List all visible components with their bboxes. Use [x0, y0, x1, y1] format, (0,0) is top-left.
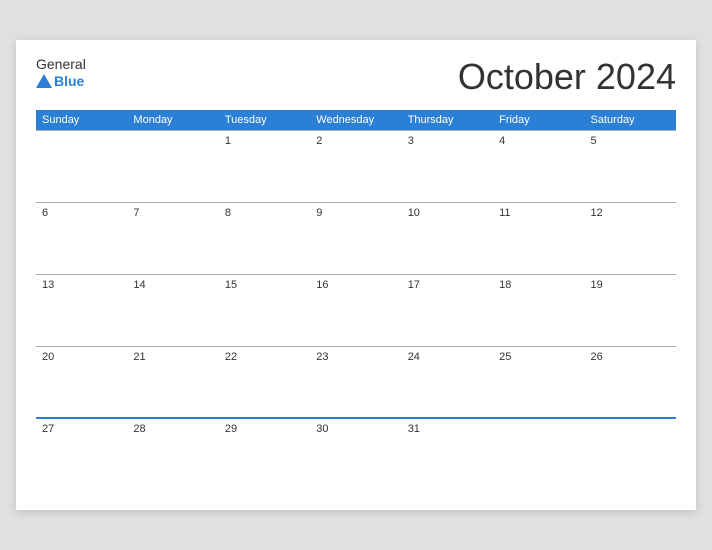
day-number: 11	[499, 207, 510, 219]
day-number: 31	[408, 423, 420, 435]
day-number: 8	[225, 207, 231, 219]
day-number: 7	[133, 207, 139, 219]
day-number: 17	[408, 279, 420, 291]
day-number: 24	[408, 351, 420, 363]
calendar-header: General Blue October 2024	[36, 56, 676, 98]
day-number: 9	[316, 207, 322, 219]
month-title: October 2024	[458, 56, 676, 98]
calendar-day-cell: 2	[310, 130, 401, 202]
calendar-day-cell: 23	[310, 346, 401, 418]
calendar-day-cell: 21	[127, 346, 218, 418]
day-number: 23	[316, 351, 328, 363]
calendar-day-cell: 26	[585, 346, 676, 418]
day-number: 19	[591, 279, 603, 291]
calendar-week-row: 1 2 3 4 5	[36, 130, 676, 202]
header-tuesday: Tuesday	[219, 110, 310, 131]
day-number: 15	[225, 279, 237, 291]
calendar-grid: Sunday Monday Tuesday Wednesday Thursday…	[36, 110, 676, 491]
day-number: 13	[42, 279, 54, 291]
day-number: 14	[133, 279, 145, 291]
calendar-day-cell: 30	[310, 418, 401, 490]
day-number: 16	[316, 279, 328, 291]
day-number: 6	[42, 207, 48, 219]
day-number: 10	[408, 207, 420, 219]
day-number: 2	[316, 135, 322, 147]
calendar-day-cell: 10	[402, 202, 493, 274]
calendar-day-cell: 17	[402, 274, 493, 346]
calendar-day-cell: 18	[493, 274, 584, 346]
logo-blue-text: Blue	[54, 73, 84, 89]
calendar-body: 1234567891011121314151617181920212223242…	[36, 130, 676, 490]
day-number: 18	[499, 279, 511, 291]
calendar-day-cell: 8	[219, 202, 310, 274]
calendar-day-cell: 1	[219, 130, 310, 202]
calendar-day-cell: 24	[402, 346, 493, 418]
calendar-day-cell	[493, 418, 584, 490]
day-number: 27	[42, 423, 54, 435]
logo-general-text: General	[36, 56, 86, 73]
header-friday: Friday	[493, 110, 584, 131]
calendar-day-cell: 7	[127, 202, 218, 274]
calendar-container: General Blue October 2024 Sunday Monday …	[16, 40, 696, 511]
calendar-day-cell	[36, 130, 127, 202]
calendar-week-row: 6 7 8 9 10 11 12	[36, 202, 676, 274]
day-number: 12	[591, 207, 603, 219]
day-number: 26	[591, 351, 603, 363]
calendar-day-cell: 22	[219, 346, 310, 418]
calendar-day-cell: 16	[310, 274, 401, 346]
day-number: 28	[133, 423, 145, 435]
calendar-day-cell: 11	[493, 202, 584, 274]
day-number: 25	[499, 351, 511, 363]
calendar-week-row: 27 28 29 30 31	[36, 418, 676, 490]
logo-triangle-icon	[36, 74, 52, 88]
logo: General Blue	[36, 56, 86, 89]
header-thursday: Thursday	[402, 110, 493, 131]
logo-blue-row: Blue	[36, 73, 84, 89]
day-number: 5	[591, 135, 597, 147]
day-number: 30	[316, 423, 328, 435]
calendar-day-cell: 27	[36, 418, 127, 490]
weekday-header-row: Sunday Monday Tuesday Wednesday Thursday…	[36, 110, 676, 131]
day-number: 21	[133, 351, 145, 363]
header-monday: Monday	[127, 110, 218, 131]
calendar-day-cell: 3	[402, 130, 493, 202]
calendar-day-cell: 14	[127, 274, 218, 346]
calendar-day-cell: 5	[585, 130, 676, 202]
day-number: 1	[225, 135, 231, 147]
day-number: 3	[408, 135, 414, 147]
calendar-day-cell: 28	[127, 418, 218, 490]
calendar-day-cell: 6	[36, 202, 127, 274]
calendar-day-cell: 19	[585, 274, 676, 346]
calendar-day-cell: 25	[493, 346, 584, 418]
calendar-day-cell: 20	[36, 346, 127, 418]
calendar-day-cell: 4	[493, 130, 584, 202]
header-sunday: Sunday	[36, 110, 127, 131]
calendar-thead: Sunday Monday Tuesday Wednesday Thursday…	[36, 110, 676, 131]
calendar-day-cell: 9	[310, 202, 401, 274]
day-number: 20	[42, 351, 54, 363]
calendar-day-cell: 31	[402, 418, 493, 490]
calendar-day-cell: 29	[219, 418, 310, 490]
header-wednesday: Wednesday	[310, 110, 401, 131]
day-number: 29	[225, 423, 237, 435]
day-number: 22	[225, 351, 237, 363]
calendar-day-cell	[585, 418, 676, 490]
calendar-day-cell	[127, 130, 218, 202]
day-number: 4	[499, 135, 505, 147]
calendar-week-row: 20 21 22 23 24 25 26	[36, 346, 676, 418]
calendar-day-cell: 13	[36, 274, 127, 346]
calendar-day-cell: 15	[219, 274, 310, 346]
calendar-day-cell: 12	[585, 202, 676, 274]
calendar-week-row: 13 14 15 16 17 18 19	[36, 274, 676, 346]
header-saturday: Saturday	[585, 110, 676, 131]
